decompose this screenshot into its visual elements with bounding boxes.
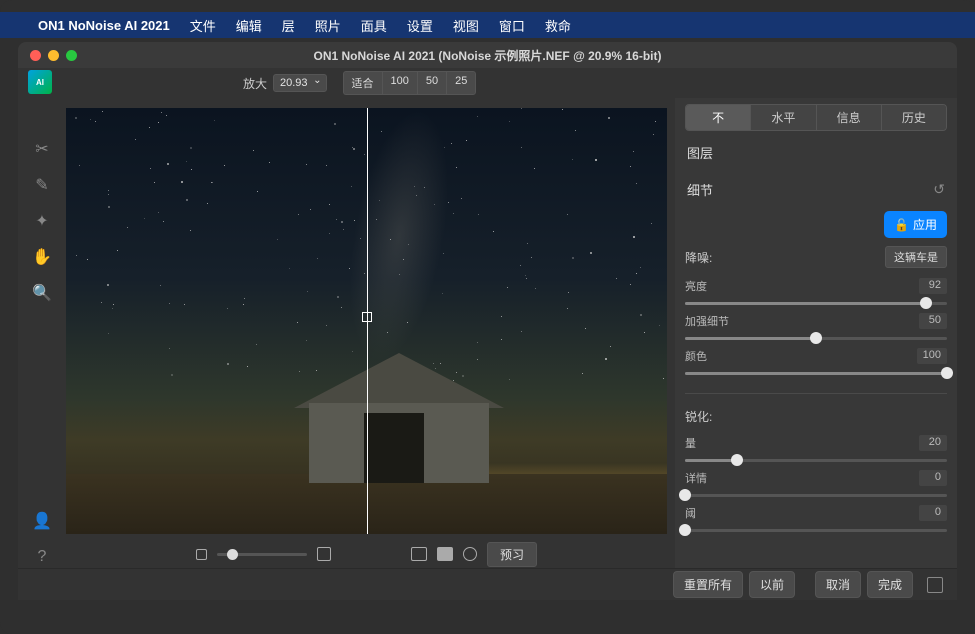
noise-slider-track-2[interactable] — [685, 372, 947, 375]
zoom-tool-icon[interactable]: 🔍 — [31, 282, 53, 304]
menu-help[interactable]: 救命 — [545, 16, 571, 35]
menu-photo[interactable]: 照片 — [315, 16, 341, 35]
reset-detail-icon[interactable]: ↺ — [933, 181, 945, 198]
cancel-button[interactable]: 取消 — [815, 571, 861, 598]
preview-size-slider[interactable] — [217, 553, 307, 556]
noise-preset-button[interactable]: 这辆车是 — [885, 246, 947, 268]
tab-history[interactable]: 历史 — [882, 105, 946, 130]
right-panel: 不 水平 信息 历史 图层 细节 ↺ 🔓 — [675, 98, 957, 568]
menu-settings[interactable]: 设置 — [407, 16, 433, 35]
noise-slider-1: 加强细节 50 — [685, 311, 947, 340]
zoom-fit-button[interactable]: 适合 — [343, 71, 382, 95]
sharpen-slider-0: 量 20 — [685, 433, 947, 462]
help-icon[interactable]: ? — [31, 546, 53, 568]
retouch-tool-icon[interactable]: ✦ — [31, 210, 53, 232]
done-button[interactable]: 完成 — [867, 571, 913, 598]
zoom-100-button[interactable]: 100 — [382, 71, 417, 95]
menu-file[interactable]: 文件 — [190, 16, 216, 35]
panel-tabs: 不 水平 信息 历史 — [685, 104, 947, 131]
bottom-bar: 重置所有 以前 取消 完成 — [18, 568, 957, 600]
sharpen-slider-value-0: 20 — [919, 435, 947, 451]
noise-slider-0: 亮度 92 — [685, 276, 947, 305]
macos-menubar: ON1 NoNoise AI 2021 文件 编辑 层 照片 面具 设置 视图 … — [0, 12, 975, 38]
noise-slider-2: 颜色 100 — [685, 346, 947, 375]
sharpen-label: 锐化: — [685, 408, 712, 425]
compare-split-handle[interactable] — [362, 312, 372, 322]
before-button[interactable]: 以前 — [749, 571, 795, 598]
top-toolbar: 放大 20.93 适合 100 50 25 — [18, 68, 957, 98]
apply-button[interactable]: 🔓 应用 — [884, 211, 947, 238]
tab-nav[interactable]: 不 — [686, 105, 751, 130]
sharpen-slider-track-2[interactable] — [685, 529, 947, 532]
noise-slider-track-0[interactable] — [685, 302, 947, 305]
noise-slider-value-2: 100 — [917, 348, 947, 364]
brush-tool-icon[interactable]: ✎ — [31, 174, 53, 196]
noise-label: 降噪: — [685, 249, 712, 266]
app-logo-icon: AI — [28, 70, 52, 94]
window-titlebar: ON1 NoNoise AI 2021 (NoNoise 示例照片.NEF @ … — [18, 42, 957, 68]
view-compare-icon[interactable] — [437, 547, 453, 561]
menu-layer[interactable]: 层 — [282, 16, 295, 35]
layers-section-header[interactable]: 图层 — [685, 137, 947, 168]
noise-slider-label-1: 加强细节 — [685, 313, 729, 329]
size-large-icon[interactable] — [317, 547, 331, 561]
canvas-bottom-tools: 预习 — [66, 540, 667, 568]
window-title: ON1 NoNoise AI 2021 (NoNoise 示例照片.NEF @ … — [18, 47, 957, 64]
app-menu[interactable]: ON1 NoNoise AI 2021 — [38, 18, 170, 33]
detail-section-header[interactable]: 细节 ↺ — [685, 174, 947, 205]
image-canvas[interactable] — [66, 108, 667, 534]
tab-info[interactable]: 信息 — [817, 105, 882, 130]
reset-all-button[interactable]: 重置所有 — [673, 571, 743, 598]
fullscreen-icon[interactable] — [927, 577, 943, 593]
noise-slider-track-1[interactable] — [685, 337, 947, 340]
hand-tool-icon[interactable]: ✋ — [31, 246, 53, 268]
sharpen-slider-1: 详情 0 — [685, 468, 947, 497]
sharpen-slider-track-0[interactable] — [685, 459, 947, 462]
menu-window[interactable]: 窗口 — [499, 16, 525, 35]
zoom-25-button[interactable]: 25 — [446, 71, 476, 95]
zoom-label: 放大 — [243, 75, 267, 92]
sharpen-slider-value-2: 0 — [919, 505, 947, 521]
sharpen-slider-label-2: 阈 — [685, 505, 696, 521]
preview-button[interactable]: 预习 — [487, 542, 537, 567]
zoom-50-button[interactable]: 50 — [417, 71, 446, 95]
noise-slider-label-2: 颜色 — [685, 348, 707, 364]
sharpen-slider-label-0: 量 — [685, 435, 696, 451]
menu-view[interactable]: 视图 — [453, 16, 479, 35]
user-icon[interactable]: 👤 — [31, 510, 53, 532]
left-toolbar: ✂ ✎ ✦ ✋ 🔍 👤 ? — [18, 98, 66, 568]
view-single-icon[interactable] — [411, 547, 427, 561]
noise-slider-value-1: 50 — [919, 313, 947, 329]
noise-slider-value-0: 92 — [919, 278, 947, 294]
sharpen-slider-2: 阈 0 — [685, 503, 947, 532]
lock-icon: 🔓 — [894, 218, 909, 232]
sharpen-slider-value-1: 0 — [919, 470, 947, 486]
size-small-icon[interactable] — [196, 549, 207, 560]
noise-slider-label-0: 亮度 — [685, 278, 707, 294]
sharpen-slider-track-1[interactable] — [685, 494, 947, 497]
zoom-presets: 适合 100 50 25 — [343, 71, 477, 95]
zoom-select[interactable]: 20.93 — [273, 74, 327, 92]
view-mask-icon[interactable] — [463, 547, 477, 561]
menu-edit[interactable]: 编辑 — [236, 16, 262, 35]
crop-tool-icon[interactable]: ✂ — [31, 138, 53, 160]
sharpen-slider-label-1: 详情 — [685, 470, 707, 486]
tab-level[interactable]: 水平 — [751, 105, 816, 130]
menu-mask[interactable]: 面具 — [361, 16, 387, 35]
